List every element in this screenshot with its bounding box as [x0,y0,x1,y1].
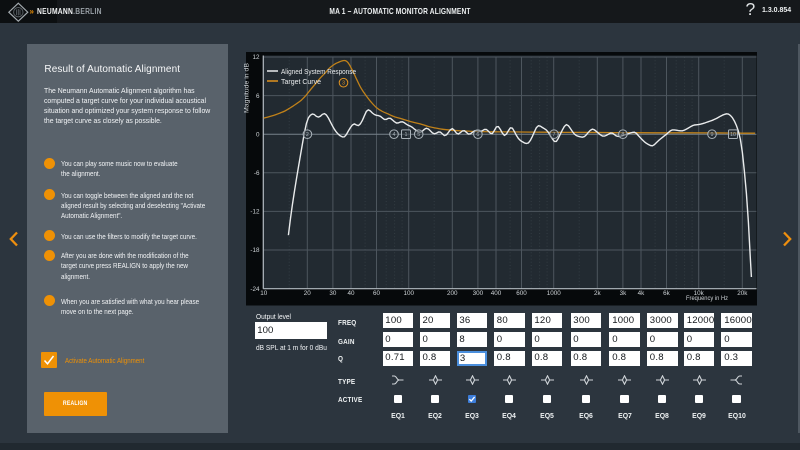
svg-text:20: 20 [304,290,312,297]
svg-text:6: 6 [476,132,479,138]
svg-text:3k: 3k [620,290,628,297]
svg-text:5: 5 [417,132,420,138]
svg-text:100: 100 [403,290,414,297]
svg-text:10: 10 [730,132,736,138]
svg-text:-6: -6 [254,170,260,177]
svg-text:9: 9 [711,132,714,138]
svg-text:6k: 6k [663,290,671,297]
svg-text:1: 1 [405,132,408,138]
svg-text:7: 7 [553,132,556,138]
svg-text:60: 60 [373,290,381,297]
svg-text:4k: 4k [638,290,646,297]
svg-text:1000: 1000 [547,290,562,297]
svg-text:-24: -24 [250,286,260,293]
svg-text:Target Curve: Target Curve [281,77,321,86]
svg-text:Magnitude in dB: Magnitude in dB [244,63,251,113]
svg-text:40: 40 [347,290,355,297]
svg-text:400: 400 [491,290,502,297]
svg-text:600: 600 [516,290,527,297]
svg-text:Aligned System Response: Aligned System Response [281,67,356,76]
svg-text:20k: 20k [737,290,748,297]
svg-text:200: 200 [447,290,458,297]
svg-text:30: 30 [329,290,337,297]
svg-text:-12: -12 [250,209,260,216]
svg-text:2: 2 [306,132,309,138]
svg-text:12: 12 [252,54,260,61]
svg-text:4: 4 [393,132,396,138]
svg-text:2k: 2k [594,290,602,297]
svg-text:3: 3 [342,81,345,87]
svg-text:10: 10 [260,290,268,297]
svg-text:6: 6 [256,93,260,100]
svg-text:300: 300 [473,290,484,297]
svg-text:-18: -18 [250,247,260,254]
svg-text:Frequency in Hz: Frequency in Hz [686,295,728,302]
svg-text:8: 8 [621,132,624,138]
svg-text:0: 0 [256,131,260,138]
